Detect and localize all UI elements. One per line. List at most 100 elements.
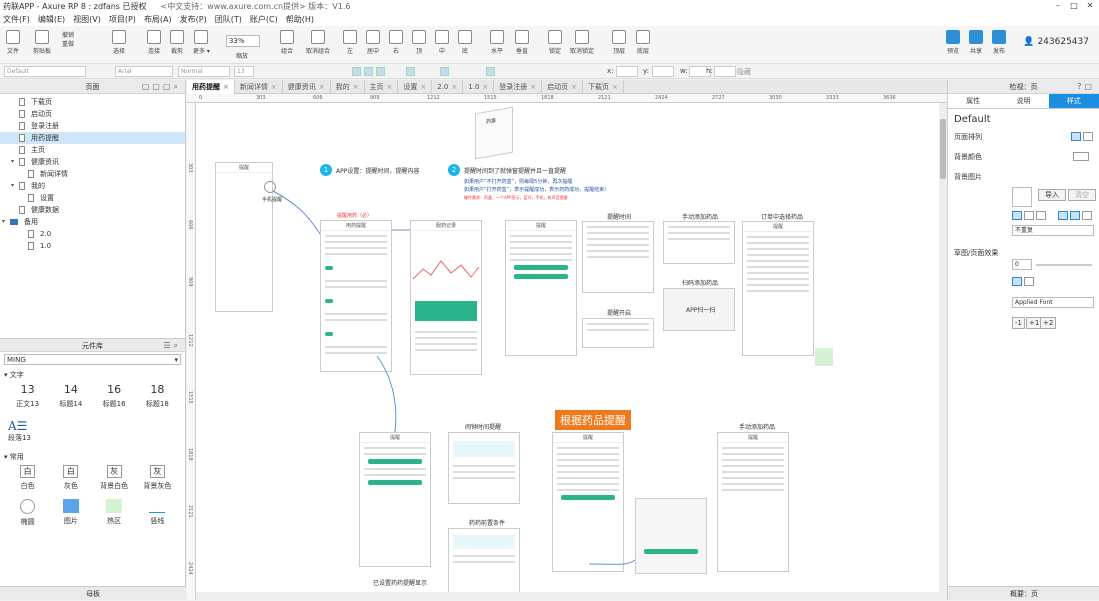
inspector-header-icons[interactable]: ?▢ bbox=[1077, 80, 1095, 94]
color-mode-icon[interactable] bbox=[1012, 277, 1022, 286]
font-select[interactable]: Arial bbox=[115, 66, 173, 77]
toggle-icon[interactable]: ▾ bbox=[11, 180, 19, 192]
align-text-center-button[interactable] bbox=[364, 67, 373, 76]
masters-tab[interactable]: 母板 bbox=[0, 586, 186, 600]
align-top-button[interactable]: 顶 bbox=[412, 30, 426, 55]
menu-project[interactable]: 项目(P) bbox=[109, 14, 136, 25]
y-input[interactable] bbox=[652, 66, 674, 77]
distribute-v-button[interactable]: 垂直 bbox=[515, 30, 529, 55]
library-header-icons[interactable]: ☰⌕ bbox=[163, 339, 181, 353]
menu-file[interactable]: 文件(F) bbox=[3, 14, 30, 25]
align-left-page-icon[interactable] bbox=[1071, 132, 1081, 141]
font-size-select[interactable]: 13 bbox=[234, 66, 254, 77]
menu-publish[interactable]: 发布(P) bbox=[180, 14, 207, 25]
hidden-checkbox-label[interactable]: 隐藏 bbox=[737, 67, 751, 77]
lock-button[interactable]: 锁定 bbox=[548, 30, 562, 55]
align-center-page-icon[interactable] bbox=[1083, 132, 1093, 141]
page-tab[interactable]: 主页 × bbox=[365, 80, 399, 94]
sketch-input[interactable]: 0 bbox=[1012, 259, 1032, 270]
minimize-icon[interactable]: – bbox=[1051, 1, 1065, 11]
page-item[interactable]: 下载页 bbox=[0, 96, 185, 108]
page-item[interactable]: ▾ 我的 bbox=[0, 180, 185, 192]
page-tab[interactable]: 用药提醒 × bbox=[187, 80, 235, 94]
page-item[interactable]: 健康数据 bbox=[0, 204, 185, 216]
font-family-select[interactable]: Applied Font bbox=[1012, 297, 1094, 308]
gray-mode-icon[interactable] bbox=[1024, 277, 1034, 286]
bg-color-picker[interactable] bbox=[1073, 152, 1089, 161]
page-tab[interactable]: 下载页 × bbox=[583, 80, 624, 94]
pos-4[interactable] bbox=[1058, 211, 1068, 220]
page-tab[interactable]: 2.0 × bbox=[432, 80, 464, 94]
align-right-button[interactable]: 右 bbox=[389, 30, 403, 55]
style-name[interactable]: Default bbox=[948, 109, 1099, 129]
page-tab[interactable]: 新闻详情 × bbox=[235, 80, 283, 94]
clear-button[interactable]: 清空 bbox=[1068, 189, 1096, 201]
clipboard-button[interactable]: 剪贴板 bbox=[33, 30, 51, 55]
close-icon[interactable]: × bbox=[319, 83, 325, 91]
font-weight-select[interactable]: Normal bbox=[178, 66, 230, 77]
pages-header-icons[interactable]: ▢▢▢⌕ bbox=[142, 80, 181, 94]
menu-team[interactable]: 团队(T) bbox=[215, 14, 242, 25]
pos-3[interactable] bbox=[1036, 211, 1046, 220]
page-item[interactable]: 2.0 bbox=[0, 228, 185, 240]
menu-account[interactable]: 账户(C) bbox=[250, 14, 278, 25]
toggle-icon[interactable]: ▾ bbox=[2, 216, 10, 228]
widget-text[interactable]: 13 正文13 bbox=[6, 383, 49, 409]
align-left-button[interactable]: 左 bbox=[343, 30, 357, 55]
group-button[interactable]: 组合 bbox=[280, 30, 294, 55]
preview-button[interactable]: 预览 bbox=[946, 30, 960, 55]
tab-notes[interactable]: 说明 bbox=[998, 94, 1048, 108]
outline-tab[interactable]: 概要：页 bbox=[948, 586, 1099, 600]
pos-5[interactable] bbox=[1070, 211, 1080, 220]
close-icon[interactable]: × bbox=[223, 83, 229, 91]
close-icon[interactable]: × bbox=[353, 83, 359, 91]
section-text[interactable]: ▾ 文字 bbox=[0, 367, 185, 383]
page-item[interactable]: 新闻详情 bbox=[0, 168, 185, 180]
pos-2[interactable] bbox=[1024, 211, 1034, 220]
widget-ellipse[interactable]: 椭圆 bbox=[6, 499, 49, 527]
align-text-right-button[interactable] bbox=[376, 67, 385, 76]
page-tab[interactable]: 启动页 × bbox=[542, 80, 584, 94]
widget-common[interactable]: 灰背景白色 bbox=[93, 465, 136, 491]
redo-button[interactable]: 重做 bbox=[62, 39, 74, 48]
page-item[interactable]: 1.0 bbox=[0, 240, 185, 252]
pos-6[interactable] bbox=[1082, 211, 1092, 220]
design-canvas[interactable]: 0 303 606 909 1212 1515 1818 2121 2424 2727 3030 33… bbox=[187, 94, 947, 600]
page-tab[interactable]: 1.0 × bbox=[463, 80, 495, 94]
page-tab[interactable]: 登录注册 × bbox=[494, 80, 543, 94]
undo-button[interactable]: 撤销 bbox=[62, 30, 74, 39]
more-button[interactable]: 更多 ▾ bbox=[193, 30, 210, 55]
fill-color-button[interactable] bbox=[440, 67, 449, 76]
align-center-button[interactable]: 居中 bbox=[366, 30, 380, 55]
select-button[interactable]: 选择 bbox=[112, 30, 126, 55]
publish-button[interactable]: 发布 bbox=[992, 30, 1006, 55]
toggle-icon[interactable]: ▾ bbox=[11, 156, 19, 168]
close-icon[interactable]: × bbox=[420, 83, 426, 91]
horizontal-scrollbar[interactable] bbox=[196, 592, 939, 600]
import-button[interactable]: 导入 bbox=[1038, 189, 1066, 201]
maximize-icon[interactable]: □ bbox=[1067, 1, 1081, 11]
close-icon[interactable]: × bbox=[612, 83, 618, 91]
widget-vline[interactable]: 竖线 bbox=[136, 499, 179, 527]
menu-arrange[interactable]: 布局(A) bbox=[144, 14, 172, 25]
menu-help[interactable]: 帮助(H) bbox=[286, 14, 314, 25]
send-back-button[interactable]: 底层 bbox=[636, 30, 650, 55]
align-text-left-button[interactable] bbox=[352, 67, 361, 76]
align-middle-button[interactable]: 中 bbox=[435, 30, 449, 55]
share-button[interactable]: 共享 bbox=[969, 30, 983, 55]
close-icon[interactable]: ✕ bbox=[1083, 1, 1097, 11]
close-icon[interactable]: × bbox=[387, 83, 393, 91]
valign-button[interactable] bbox=[406, 67, 415, 76]
page-item[interactable]: 主页 bbox=[0, 144, 185, 156]
repeat-select[interactable]: 不重复 bbox=[1012, 225, 1094, 236]
widget-common[interactable]: 白白色 bbox=[6, 465, 49, 491]
menu-view[interactable]: 视图(V) bbox=[73, 14, 101, 25]
plus-2-button[interactable]: +2 bbox=[1040, 317, 1057, 329]
align-bottom-button[interactable]: 底 bbox=[458, 30, 472, 55]
tab-properties[interactable]: 属性 bbox=[948, 94, 998, 108]
close-icon[interactable]: × bbox=[482, 83, 488, 91]
widget-common[interactable]: 灰背景灰色 bbox=[136, 465, 179, 491]
vertical-scrollbar[interactable] bbox=[939, 103, 947, 600]
page-tab[interactable]: 设置 × bbox=[398, 80, 433, 94]
page-item[interactable]: 用药提醒 bbox=[0, 132, 185, 144]
